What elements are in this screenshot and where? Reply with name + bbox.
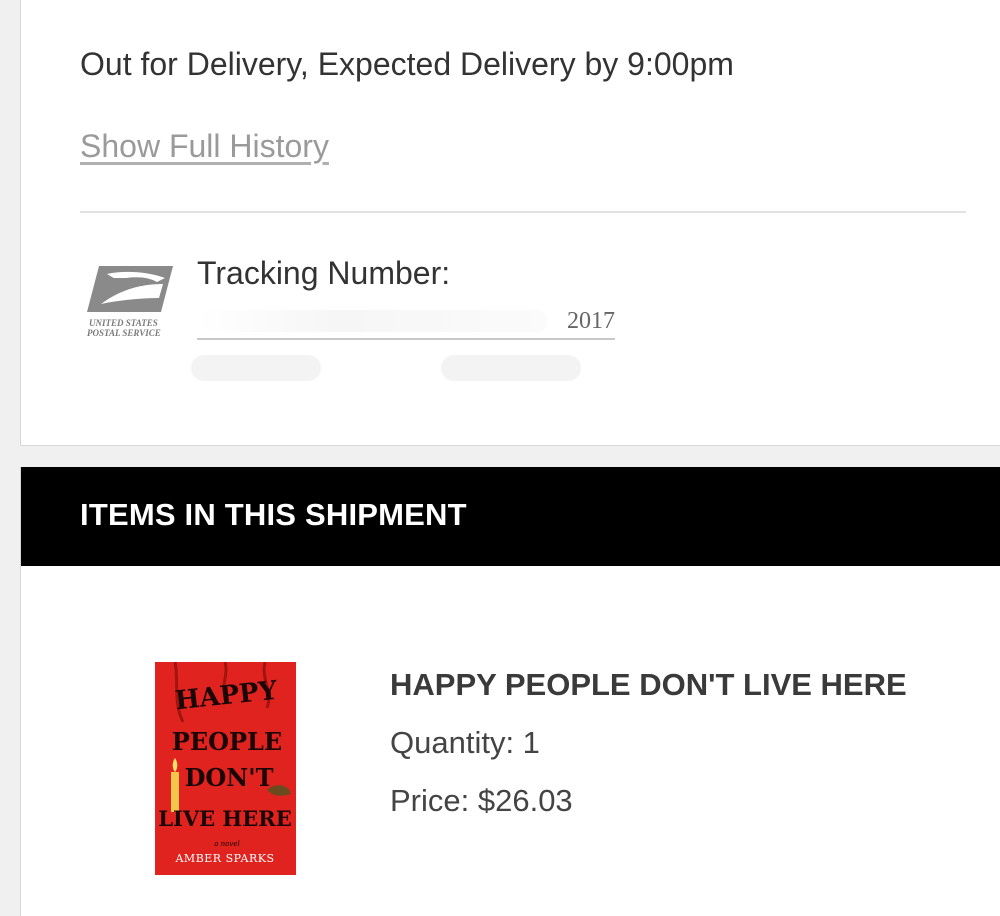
cover-title-line-4: LIVE HERE: [158, 806, 292, 831]
tracking-number-redacted: [197, 310, 547, 332]
cover-tagline: a novel: [214, 840, 239, 848]
delivery-status: Out for Delivery, Expected Delivery by 9…: [80, 46, 734, 82]
item-name[interactable]: HAPPY PEOPLE DON'T LIVE HERE: [390, 667, 907, 703]
shipment-card: ITEMS IN THIS SHIPMENT HAPPY PEOPLE DON'…: [20, 467, 1000, 916]
divider: [80, 211, 966, 213]
redaction-smudge: [191, 355, 321, 381]
shipment-title: ITEMS IN THIS SHIPMENT: [80, 497, 467, 532]
usps-eagle-icon: UNITED STATES POSTAL SERVICE: [87, 264, 177, 340]
item-quantity: Quantity: 1: [390, 725, 540, 760]
shipment-header: ITEMS IN THIS SHIPMENT: [21, 467, 1000, 566]
tracking-number-suffix: 2017: [567, 308, 615, 334]
cover-author: AMBER SPARKS: [174, 852, 274, 865]
carrier-name-line1: UNITED STATES: [89, 318, 158, 328]
show-full-history-link[interactable]: Show Full History: [80, 128, 329, 165]
page: Out for Delivery, Expected Delivery by 9…: [0, 0, 1000, 916]
tracking-number-link[interactable]: 2017: [197, 302, 615, 340]
item-price: Price: $26.03: [390, 783, 573, 818]
cover-title-line-2: PEOPLE: [172, 727, 282, 756]
carrier-name-line2: POSTAL SERVICE: [87, 328, 161, 338]
cover-title-line-3: DON'T: [185, 763, 274, 792]
book-cover-image[interactable]: HAPPY PEOPLE DON'T LIVE HERE a novel AMB…: [155, 662, 296, 875]
tracking-number-label: Tracking Number:: [197, 255, 451, 291]
redaction-smudge: [441, 355, 581, 381]
tracking-card: Out for Delivery, Expected Delivery by 9…: [20, 0, 1000, 446]
